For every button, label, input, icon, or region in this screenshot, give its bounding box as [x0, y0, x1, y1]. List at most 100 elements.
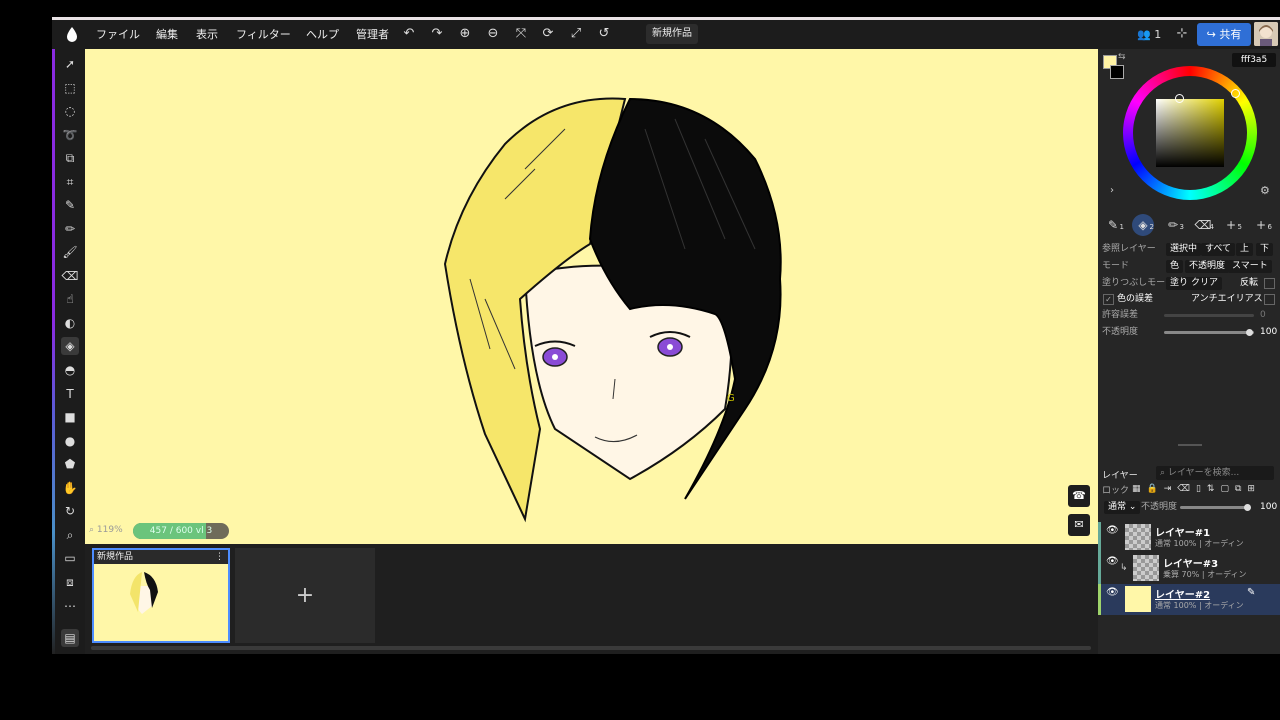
opacity-slider[interactable] [1164, 331, 1254, 334]
layer-row[interactable]: 👁 ↳ レイヤー#3 乗算 70% | オーディン [1098, 553, 1280, 584]
layer-row[interactable]: 👁 レイヤー#1 通常 100% | オーディン [1098, 522, 1280, 553]
hue-picker[interactable] [1231, 89, 1240, 98]
text-tool-icon[interactable]: T [61, 385, 79, 403]
brush-slot-1[interactable]: ✎ 1 [1102, 214, 1124, 236]
visibility-icon[interactable]: 👁 [1106, 525, 1119, 536]
add-frame-button[interactable]: + [235, 548, 375, 643]
hex-input[interactable]: fff3a5 [1232, 53, 1276, 67]
add-user-icon[interactable]: ⊹ [1173, 25, 1191, 43]
brush-slot-5[interactable]: +5 [1220, 214, 1242, 236]
background-swatch[interactable] [1110, 65, 1124, 79]
menu-admin[interactable]: 管理者 [356, 20, 389, 49]
expand-icon[interactable]: › [1110, 185, 1114, 196]
blend-mode-select[interactable]: 通常 ⌄ [1104, 501, 1141, 514]
timeline-toggle-icon[interactable]: ▤ [61, 629, 79, 647]
more-tools-icon[interactable]: ⋯ [61, 597, 79, 615]
shape-icon[interactable]: ⬟ [61, 455, 79, 473]
crop-icon[interactable]: ⌗ [61, 173, 79, 191]
hand-icon[interactable]: ✋ [61, 479, 79, 497]
layer-opacity-slider[interactable] [1180, 506, 1250, 509]
tolerance-slider[interactable] [1164, 314, 1254, 317]
ellipse-icon[interactable]: ● [61, 432, 79, 450]
color-wheel[interactable] [1123, 66, 1257, 200]
timeline-panel: 新規作品 ⋮ + [85, 544, 1098, 654]
brush-icon[interactable]: 🖌 [61, 243, 79, 261]
frame-thumbnail[interactable]: 新規作品 ⋮ [92, 548, 230, 643]
brush-slot-2[interactable]: ◈ 2 [1132, 214, 1154, 236]
ref-above-button[interactable]: 上 [1236, 243, 1254, 256]
color-settings-icon[interactable]: ⚙ [1260, 184, 1270, 197]
menu-file[interactable]: ファイル [96, 20, 140, 49]
reset-view-icon[interactable]: ↺ [595, 25, 613, 43]
paste-icon[interactable]: ⧈ [61, 573, 79, 591]
transform-icon[interactable]: ⧉ [61, 149, 79, 167]
frame-menu-icon[interactable]: ⋮ [215, 550, 224, 564]
ellipse-select-icon[interactable]: ◌ [61, 102, 79, 120]
smudge-icon[interactable]: ☝ [61, 290, 79, 308]
rectangle-icon[interactable]: ■ [61, 408, 79, 426]
eraser-icon[interactable]: ⌫ [61, 267, 79, 285]
ref-below-button[interactable]: 下 [1256, 243, 1274, 256]
fill-clear-button[interactable]: クリア [1187, 277, 1223, 290]
panel-divider[interactable] [1178, 444, 1202, 446]
eyedropper-icon[interactable]: ✎ [61, 196, 79, 214]
visibility-icon[interactable]: 👁 [1106, 556, 1119, 567]
antialias-checkbox[interactable] [1264, 294, 1275, 305]
layer-lock-icons[interactable]: ▦🔒⇥⌫▯⇅▢⧉⊞ [1132, 484, 1261, 494]
fullscreen-icon[interactable]: ⤢ [567, 25, 585, 43]
rotate-icon[interactable]: ⟳ [539, 25, 557, 43]
move-tool-icon[interactable]: ➚ [61, 55, 79, 73]
ref-layer-label: 参照レイヤー [1102, 244, 1156, 254]
timeline-scrollbar[interactable] [91, 646, 1091, 650]
saturation-value-box[interactable] [1156, 99, 1224, 167]
rotate-view-icon[interactable]: ↻ [61, 502, 79, 520]
ref-all-button[interactable]: すべて [1201, 243, 1236, 256]
fit-icon[interactable]: ⤧ [512, 25, 530, 43]
layer-search-input[interactable]: ⌕ レイヤーを検索... [1156, 466, 1274, 480]
rect-select-icon[interactable]: ⬚ [61, 79, 79, 97]
ref-selected-button[interactable]: 選択中 [1166, 243, 1202, 256]
users-indicator[interactable]: 👥 1 [1137, 20, 1161, 49]
zoom-out-icon[interactable]: ⊖ [484, 25, 502, 43]
redo-icon[interactable]: ↷ [428, 25, 446, 43]
edit-layer-icon[interactable]: ✎ [1247, 587, 1255, 598]
menu-filter[interactable]: フィルター [236, 20, 291, 49]
mode-smart-button[interactable]: スマート [1228, 260, 1272, 273]
chat-button[interactable]: ✉ [1068, 514, 1090, 536]
layer-opacity-knob[interactable] [1244, 504, 1251, 511]
mode-color-button[interactable]: 色 [1166, 260, 1184, 273]
drawing-canvas[interactable]: G ⌕ 119% 457 / 600 vl 3 ☎ ✉ [85, 49, 1098, 544]
call-button[interactable]: ☎ [1068, 485, 1090, 507]
avatar[interactable] [1254, 22, 1278, 46]
app-logo-icon[interactable] [64, 26, 80, 42]
menu-edit[interactable]: 編集 [156, 20, 178, 49]
side-accent [52, 49, 55, 654]
pencil-icon[interactable]: ✏ [61, 220, 79, 238]
opacity-slider-knob[interactable] [1246, 329, 1253, 336]
menu-help[interactable]: ヘルプ [306, 20, 339, 49]
sv-picker[interactable] [1175, 94, 1184, 103]
undo-icon[interactable]: ↶ [400, 25, 418, 43]
visibility-icon[interactable]: 👁 [1106, 587, 1119, 598]
color-tolerance-checkbox[interactable]: ✓ [1103, 294, 1114, 305]
fill-bucket-icon[interactable]: ◈ [61, 337, 79, 355]
share-button[interactable]: ↪ 共有 [1197, 23, 1251, 46]
zoom-in-icon[interactable]: ⊕ [456, 25, 474, 43]
brush-slot-6[interactable]: +6 [1250, 214, 1272, 236]
menu-view[interactable]: 表示 [196, 20, 218, 49]
brush-slot-4[interactable]: ⌫ 4 [1192, 214, 1214, 236]
lasso-icon[interactable]: ➰ [61, 126, 79, 144]
invert-checkbox[interactable] [1264, 278, 1275, 289]
comment-icon[interactable]: ▭ [61, 549, 79, 567]
zoom-tool-icon[interactable]: ⌕ [61, 526, 79, 544]
layer-row[interactable]: 👁 レイヤー#2 通常 100% | オーディン ✎ [1098, 584, 1280, 615]
gradient-icon[interactable]: ◓ [61, 361, 79, 379]
antialias-label: アンチエイリアス [1191, 294, 1263, 304]
brush-slot-3[interactable]: ✏ 3 [1162, 214, 1184, 236]
svg-text:G: G [727, 393, 735, 404]
frame-title: 新規作品 [97, 552, 134, 562]
mode-opacity-button[interactable]: 不透明度 [1185, 260, 1230, 273]
swap-colors-icon[interactable]: ⇆ [1118, 52, 1126, 62]
blur-icon[interactable]: ◐ [61, 314, 79, 332]
document-tab[interactable]: 新規作品 [646, 24, 698, 44]
